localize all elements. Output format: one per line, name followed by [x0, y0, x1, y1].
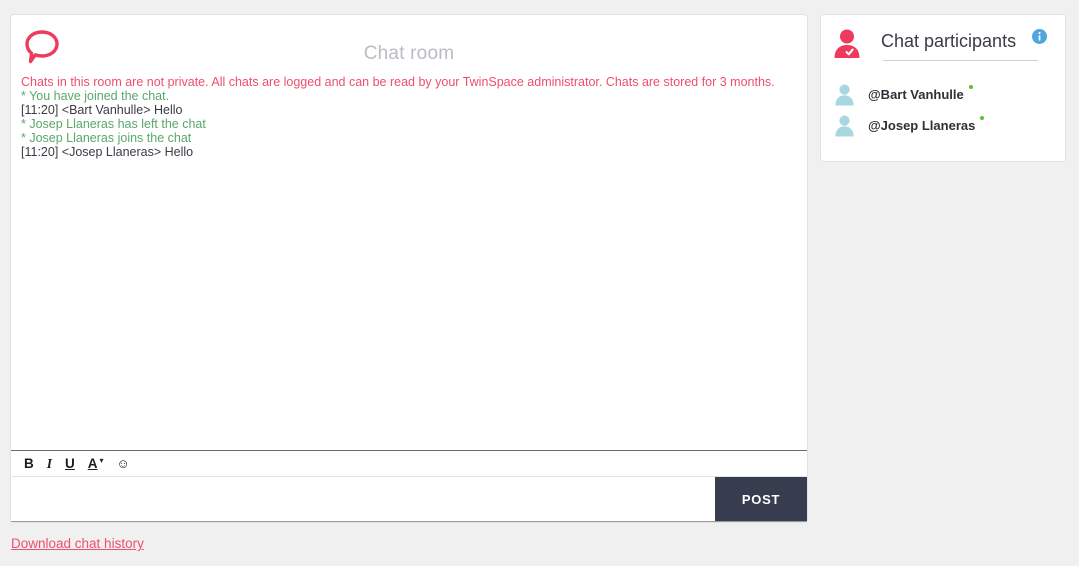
download-chat-history-link[interactable]: Download chat history: [11, 536, 144, 551]
message-input[interactable]: [11, 477, 715, 521]
participant-name-text: @Josep Llaneras: [868, 118, 976, 133]
online-status-dot: [968, 85, 973, 89]
title-divider: [883, 60, 1038, 61]
text-color-button[interactable]: A ▾: [87, 455, 104, 471]
chat-log-line: * You have joined the chat.: [21, 89, 170, 103]
participant-name: @Bart Vanhulle: [868, 85, 973, 102]
online-status-dot: [980, 116, 985, 120]
avatar-icon: [832, 82, 857, 107]
italic-button[interactable]: I: [47, 457, 52, 471]
chat-participants-panel: Chat participants @Bart Vanhulle @Josep …: [820, 14, 1066, 162]
participants-title: Chat participants: [881, 31, 1017, 51]
avatar-icon: [832, 113, 857, 138]
participant-name-text: @Bart Vanhulle: [868, 87, 964, 102]
chat-privacy-notice: Chats in this room are not private. All …: [21, 75, 775, 89]
participant-name: @Josep Llaneras: [868, 116, 985, 133]
chat-log-line: [11:20] <Bart Vanhulle> Hello: [21, 103, 183, 117]
message-input-row: POST: [11, 477, 807, 522]
participant-list: @Bart Vanhulle @Josep Llaneras: [821, 65, 1065, 141]
chat-header: Chat room: [11, 15, 807, 75]
info-icon[interactable]: [1032, 29, 1047, 44]
emoji-icon[interactable]: ☺: [117, 457, 130, 470]
bold-button[interactable]: B: [24, 457, 34, 471]
page-title: Chat room: [363, 43, 455, 64]
list-item[interactable]: @Josep Llaneras: [821, 110, 1065, 141]
post-button[interactable]: POST: [715, 477, 807, 521]
chat-log-line: * Josep Llaneras has left the chat: [21, 117, 206, 131]
list-item[interactable]: @Bart Vanhulle: [821, 79, 1065, 110]
chevron-down-icon: ▾: [99, 455, 104, 465]
chat-log-line: * Josep Llaneras joins the chat: [21, 131, 192, 145]
chat-room-panel: Chat room Chats in this room are not pri…: [10, 14, 808, 523]
message-composer: B I U A ▾ ☺ POST: [11, 450, 807, 522]
formatting-toolbar: B I U A ▾ ☺: [11, 451, 807, 477]
participants-header: Chat participants: [821, 15, 1065, 65]
text-color-label: A: [87, 455, 98, 471]
person-check-icon: [830, 27, 864, 61]
underline-button[interactable]: U: [65, 457, 75, 471]
chat-log: Chats in this room are not private. All …: [11, 75, 807, 450]
chat-log-line: [11:20] <Josep Llaneras> Hello: [21, 145, 194, 159]
